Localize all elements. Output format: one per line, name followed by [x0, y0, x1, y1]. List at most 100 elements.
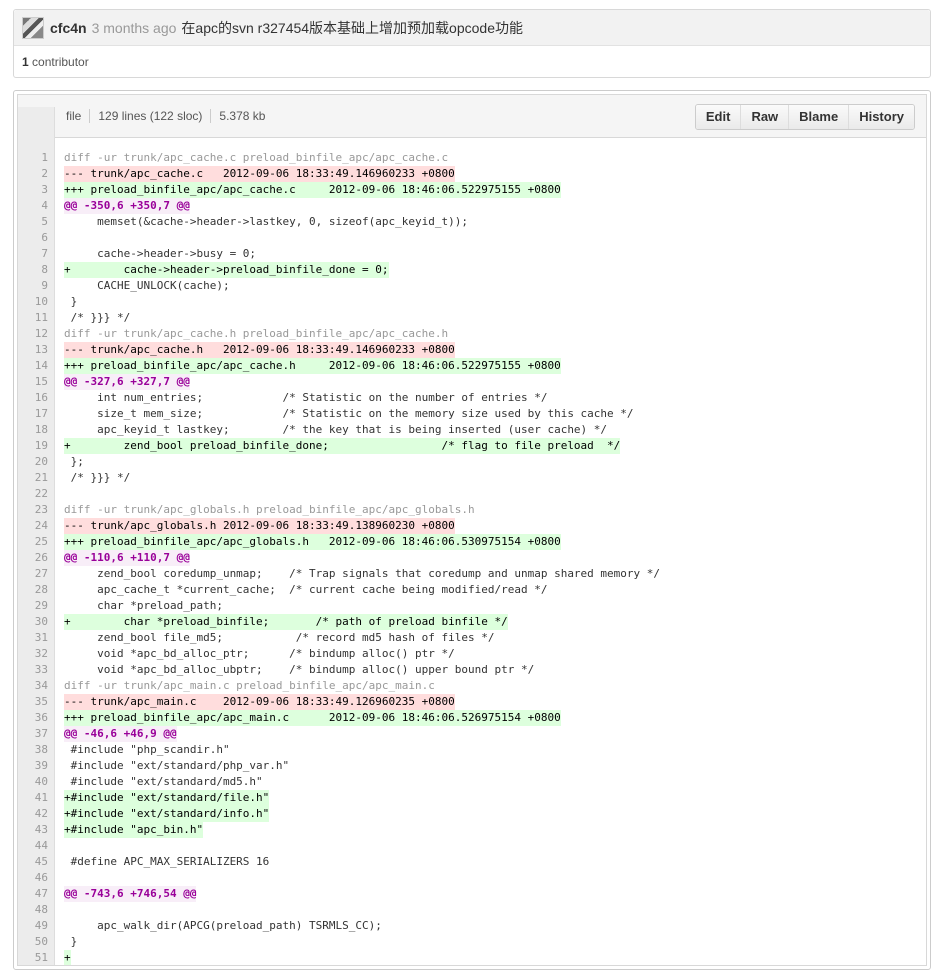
- line-text: +: [64, 950, 71, 965]
- line-content: +++ preload_binfile_apc/apc_cache.c 2012…: [54, 182, 561, 198]
- line-text: +#include "ext/standard/file.h": [64, 790, 270, 806]
- line-number[interactable]: 10: [18, 294, 54, 310]
- line-text: apc_cache_t *current_cache; /* current c…: [64, 583, 548, 596]
- code-line: 12 diff -ur trunk/apc_cache.h preload_bin…: [18, 326, 926, 342]
- code-line: 25 +++ preload_binfile_apc/apc_globals.h …: [18, 534, 926, 550]
- edit-button[interactable]: Edit: [695, 105, 741, 129]
- line-content: [54, 838, 64, 854]
- code-line: 5 memset(&cache->header->lastkey, 0, siz…: [18, 214, 926, 230]
- line-number[interactable]: 35: [18, 694, 54, 710]
- line-number[interactable]: 50: [18, 934, 54, 950]
- line-number[interactable]: 38: [18, 742, 54, 758]
- line-number[interactable]: 48: [18, 902, 54, 918]
- line-number[interactable]: 46: [18, 870, 54, 886]
- line-number[interactable]: 30: [18, 614, 54, 630]
- line-number[interactable]: 13: [18, 342, 54, 358]
- line-number[interactable]: 39: [18, 758, 54, 774]
- code-line: 15 @@ -327,6 +327,7 @@: [18, 374, 926, 390]
- line-text: diff -ur trunk/apc_cache.c preload_binfi…: [64, 151, 449, 164]
- line-number[interactable]: 47: [18, 886, 54, 902]
- code-line: 35 --- trunk/apc_main.c 2012-09-06 18:33:…: [18, 694, 926, 710]
- line-number[interactable]: 28: [18, 582, 54, 598]
- line-number[interactable]: 12: [18, 326, 54, 342]
- code-line: 42 +#include "ext/standard/info.h": [18, 806, 926, 822]
- line-number[interactable]: 33: [18, 662, 54, 678]
- line-number[interactable]: 44: [18, 838, 54, 854]
- commit-author[interactable]: cfc4n: [50, 20, 87, 36]
- line-number[interactable]: 5: [18, 214, 54, 230]
- line-text: diff -ur trunk/apc_cache.h preload_binfi…: [64, 327, 449, 340]
- line-number[interactable]: 23: [18, 502, 54, 518]
- code-line: 30 + char *preload_binfile; /* path of pr…: [18, 614, 926, 630]
- line-number[interactable]: 21: [18, 470, 54, 486]
- line-content: diff -ur trunk/apc_cache.h preload_binfi…: [54, 326, 448, 342]
- code-line: 40 #include "ext/standard/md5.h": [18, 774, 926, 790]
- line-number[interactable]: 41: [18, 790, 54, 806]
- line-text: #include "ext/standard/md5.h": [64, 775, 263, 788]
- code-line: 10 }: [18, 294, 926, 310]
- code-line: 18 apc_keyid_t lastkey; /* the key that …: [18, 422, 926, 438]
- line-number[interactable]: 25: [18, 534, 54, 550]
- code-line: 1 diff -ur trunk/apc_cache.c preload_binf…: [18, 150, 926, 166]
- line-number[interactable]: 16: [18, 390, 54, 406]
- line-number[interactable]: 27: [18, 566, 54, 582]
- line-number[interactable]: 8: [18, 262, 54, 278]
- line-number[interactable]: 32: [18, 646, 54, 662]
- line-number[interactable]: 9: [18, 278, 54, 294]
- line-content: diff -ur trunk/apc_globals.h preload_bin…: [54, 502, 475, 518]
- commit-summary: cfc4n 3 months ago 在apc的svn r327454版本基础上…: [13, 9, 931, 78]
- file-container: file 129 lines (122 sloc) 5.378 kb Edit …: [17, 94, 927, 966]
- code-view[interactable]: 1 diff -ur trunk/apc_cache.c preload_binf…: [18, 107, 926, 965]
- line-number[interactable]: 3: [18, 182, 54, 198]
- line-number[interactable]: 17: [18, 406, 54, 422]
- line-number[interactable]: 1: [18, 150, 54, 166]
- line-text: +#include "apc_bin.h": [64, 822, 204, 838]
- code-line: 34 diff -ur trunk/apc_main.c preload_binf…: [18, 678, 926, 694]
- line-number[interactable]: 49: [18, 918, 54, 934]
- raw-button[interactable]: Raw: [740, 105, 789, 129]
- line-number[interactable]: 24: [18, 518, 54, 534]
- line-number[interactable]: 22: [18, 486, 54, 502]
- commit-time: 3 months ago: [91, 19, 177, 36]
- file-lines-info: 129 lines (122 sloc): [89, 109, 210, 123]
- line-content: +#include "ext/standard/info.h": [54, 806, 270, 822]
- line-number[interactable]: 2: [18, 166, 54, 182]
- line-number[interactable]: 7: [18, 246, 54, 262]
- code-line: 36 +++ preload_binfile_apc/apc_main.c 201…: [18, 710, 926, 726]
- code-line: 50 }: [18, 934, 926, 950]
- line-number[interactable]: 18: [18, 422, 54, 438]
- contributors-info[interactable]: 1 contributor: [14, 46, 930, 78]
- line-number[interactable]: 19: [18, 438, 54, 454]
- line-number[interactable]: 4: [18, 198, 54, 214]
- history-button[interactable]: History: [848, 105, 914, 129]
- line-number[interactable]: 36: [18, 710, 54, 726]
- line-number[interactable]: 51: [18, 950, 54, 965]
- author-avatar[interactable]: [22, 16, 44, 39]
- line-number[interactable]: 40: [18, 774, 54, 790]
- line-content: char *preload_path;: [54, 598, 223, 614]
- line-number[interactable]: 14: [18, 358, 54, 374]
- line-number[interactable]: 43: [18, 822, 54, 838]
- line-number[interactable]: 34: [18, 678, 54, 694]
- line-content: @@ -327,6 +327,7 @@: [54, 374, 190, 390]
- code-line: 45 #define APC_MAX_SERIALIZERS 16: [18, 854, 926, 870]
- line-content: +++ preload_binfile_apc/apc_globals.h 20…: [54, 534, 561, 550]
- line-number[interactable]: 20: [18, 454, 54, 470]
- line-number[interactable]: 31: [18, 630, 54, 646]
- line-number[interactable]: 42: [18, 806, 54, 822]
- line-text: void *apc_bd_alloc_ptr; /* bindump alloc…: [64, 647, 455, 660]
- line-content: --- trunk/apc_cache.h 2012-09-06 18:33:4…: [54, 342, 455, 358]
- commit-message[interactable]: 在apc的svn r327454版本基础上增加预加载opcode功能: [181, 18, 523, 38]
- line-number[interactable]: 29: [18, 598, 54, 614]
- blame-button[interactable]: Blame: [788, 105, 849, 129]
- line-number[interactable]: 11: [18, 310, 54, 326]
- line-number[interactable]: 15: [18, 374, 54, 390]
- code-line: 43 +#include "apc_bin.h": [18, 822, 926, 838]
- line-number[interactable]: 37: [18, 726, 54, 742]
- line-number[interactable]: 45: [18, 854, 54, 870]
- file-viewer: file 129 lines (122 sloc) 5.378 kb Edit …: [13, 90, 931, 970]
- code-line: 22: [18, 486, 926, 502]
- line-number[interactable]: 26: [18, 550, 54, 566]
- line-content: /* }}} */: [54, 470, 131, 486]
- line-number[interactable]: 6: [18, 230, 54, 246]
